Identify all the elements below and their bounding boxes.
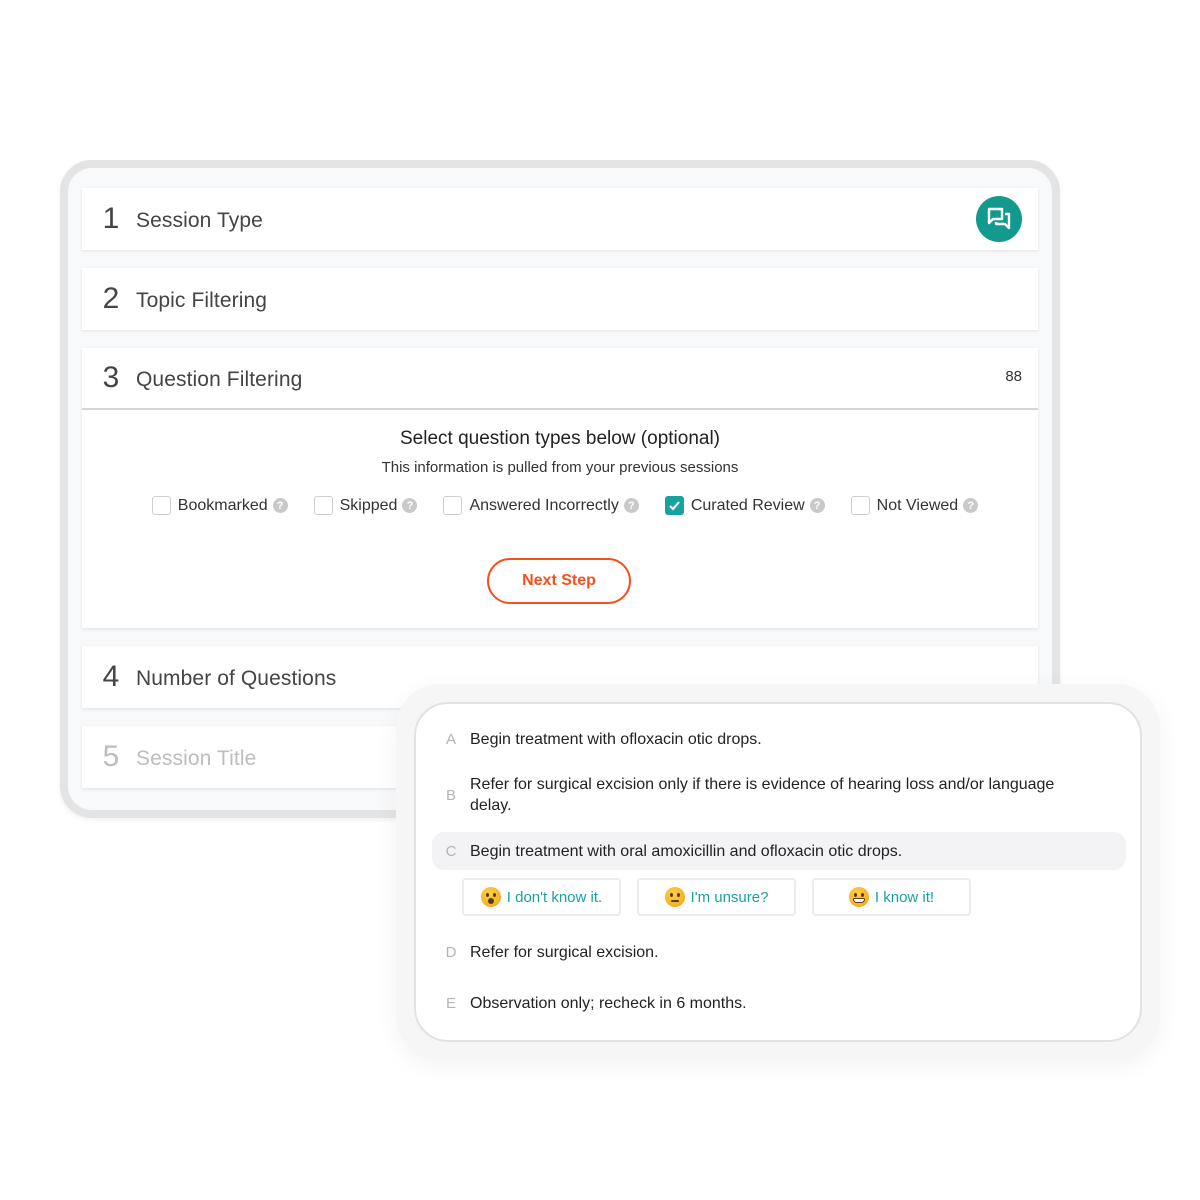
step-title: Session Type (136, 209, 263, 232)
checkbox[interactable] (313, 496, 333, 515)
step-header[interactable]: 3 Question Filtering 88 (82, 348, 1038, 410)
answer-option-c-selected[interactable]: C Begin treatment with oral amoxicillin … (432, 832, 1126, 870)
answer-text: Refer for surgical excision. (470, 943, 659, 961)
answer-text: Begin treatment with ofloxacin otic drop… (470, 730, 762, 748)
step-title: Number of Questions (136, 667, 337, 690)
step-number: 3 (102, 361, 120, 394)
answer-letter: A (445, 730, 456, 748)
answer-letter: C (445, 842, 457, 860)
question-count: 88 (1005, 368, 1022, 385)
question-card-frame: A Begin treatment with ofloxacin otic dr… (396, 684, 1160, 1060)
step-number: 5 (102, 740, 120, 773)
checkbox-label: Not Viewed (876, 496, 959, 514)
help-icon[interactable]: ? (402, 498, 418, 513)
button-label: I know it! (874, 888, 935, 906)
answer-letter: D (445, 943, 457, 961)
answer-option-e[interactable]: E Observation only; recheck in 6 months. (432, 988, 1126, 1018)
unsure-button[interactable]: I'm unsure? (637, 878, 796, 916)
answer-option-d[interactable]: D Refer for surgical excision. (432, 937, 1126, 967)
button-label: I don't know it. (506, 888, 603, 906)
question-filter-body: Select question types below (optional) T… (82, 410, 1038, 628)
button-label: I'm unsure? (690, 888, 769, 906)
checkbox-label: Answered Incorrectly (469, 496, 619, 514)
checkmark-icon (669, 501, 680, 511)
help-icon[interactable]: ? (809, 498, 825, 513)
step-number: 2 (102, 282, 120, 315)
chat-bubbles-icon (987, 207, 1011, 230)
checkbox-label: Skipped (339, 496, 398, 514)
checkbox-label: Bookmarked (177, 496, 268, 514)
step-title: Session Title (136, 747, 257, 770)
checkbox[interactable] (443, 496, 463, 515)
checkbox-skipped[interactable]: Skipped ? (313, 496, 418, 515)
step-number: 1 (102, 202, 120, 235)
step-question-filtering: 3 Question Filtering 88 Select question … (82, 348, 1038, 628)
question-type-checkboxes: Bookmarked ? Skipped ? Answered Incorrec… (82, 496, 1038, 515)
help-icon[interactable]: ? (963, 498, 979, 513)
grinning-face-icon (848, 887, 869, 907)
checkbox-answered-incorrectly[interactable]: Answered Incorrectly ? (443, 496, 639, 515)
next-step-button[interactable]: Next Step (487, 558, 631, 604)
step-title: Topic Filtering (136, 289, 268, 312)
filter-subheading: This information is pulled from your pre… (381, 459, 739, 476)
know-it-button[interactable]: I know it! (812, 878, 971, 916)
answer-text: Begin treatment with oral amoxicillin an… (470, 842, 903, 860)
checkbox-not-viewed[interactable]: Not Viewed ? (850, 496, 979, 515)
checkbox[interactable] (151, 496, 171, 515)
answer-text: Observation only; recheck in 6 months. (470, 994, 747, 1012)
step-session-type[interactable]: 1 Session Type (82, 188, 1038, 250)
checkbox-curated-review[interactable]: Curated Review ? (664, 496, 825, 515)
answer-letter: B (445, 786, 456, 804)
checkbox-checked[interactable] (664, 496, 684, 515)
answer-letter: E (445, 994, 456, 1012)
checkbox-label: Curated Review (690, 496, 805, 514)
answer-option-b[interactable]: B Refer for surgical excision only if th… (432, 770, 1126, 820)
answer-text: Refer for surgical excision only if ther… (470, 776, 1055, 814)
dont-know-button[interactable]: I don't know it. (462, 878, 621, 916)
thinking-face-icon (664, 887, 685, 907)
surprised-face-icon (480, 887, 501, 907)
step-number: 4 (102, 660, 120, 693)
step-title: Question Filtering (136, 368, 303, 391)
chat-button[interactable] (976, 196, 1022, 242)
answer-option-a[interactable]: A Begin treatment with ofloxacin otic dr… (432, 724, 1126, 754)
step-topic-filtering[interactable]: 2 Topic Filtering (82, 268, 1038, 330)
checkbox-bookmarked[interactable]: Bookmarked ? (151, 496, 288, 515)
help-icon[interactable]: ? (272, 498, 288, 513)
question-card: A Begin treatment with ofloxacin otic dr… (414, 702, 1142, 1042)
confidence-buttons: I don't know it. I'm unsure? I know it! (462, 878, 971, 916)
filter-heading: Select question types below (optional) (399, 428, 721, 449)
help-icon[interactable]: ? (623, 498, 639, 513)
checkbox[interactable] (850, 496, 870, 515)
